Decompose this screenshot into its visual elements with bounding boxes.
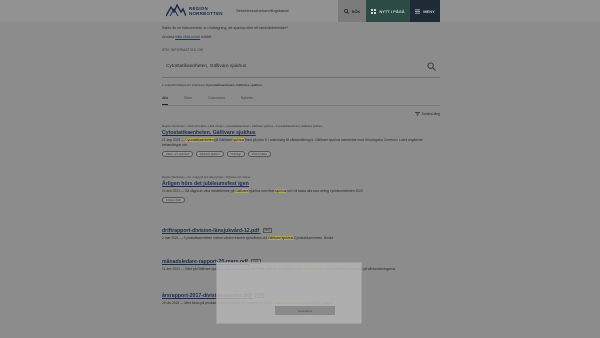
snippet-highlight: Gällivare (267, 236, 281, 240)
grid-icon (371, 8, 377, 14)
logo-text-line2: NORRBOTTEN (189, 10, 223, 16)
result-tag[interactable]: Gällivare sjukhus (195, 151, 224, 157)
intro-hint-suffix: istället (201, 35, 212, 39)
sort-icon (414, 112, 420, 116)
search-field-label: SÖK INFORMATION OM (162, 48, 204, 52)
search-page: Sabin du en hälsocentral, en mottagning,… (162, 26, 440, 106)
result-snippet: 11 dec 2021 — Så några av våra medarbeta… (162, 189, 440, 194)
intro-hint-prefix: Använd (162, 35, 175, 39)
result-title-link[interactable]: Årligen hörs det jubileumsfest igen (162, 181, 440, 187)
find-care-link[interactable]: hitta vård-enlart (175, 35, 200, 39)
site-header: REGION NORRBOTTEN Sekretessorbehandlings… (0, 0, 600, 22)
result-title-text: driftrapport-division-länsjukvård-12.pdf (162, 228, 260, 234)
tab-documents[interactable]: Dokument (208, 96, 224, 105)
cookie-accept-button[interactable]: Acceptera (275, 306, 335, 315)
search-query-text: Cytostatikaenheten, Gällivare sjukhus (166, 64, 247, 69)
snippet-highlight: Gällivare (235, 189, 249, 193)
snippet-highlight: sjukhus (232, 138, 245, 142)
tab-all[interactable]: Alla (162, 96, 168, 105)
menu-button[interactable]: MENY (410, 0, 440, 22)
hamburger-icon (415, 9, 421, 14)
result-tags: Hälso- och sjukvård Gällivare sjukhus On… (162, 151, 440, 157)
result-summary: 1 sökträff hittades för sökfrasen Cytost… (162, 83, 440, 87)
snippet-text: 2 mar 2021 — Cytostatikaenheten mellan v… (162, 236, 268, 240)
search-button[interactable]: SÖK (338, 0, 366, 22)
snippet-text: Cytostatikaenheten. Beslut. (293, 236, 335, 240)
result-tag[interactable]: Onkologi (226, 151, 245, 157)
tab-pages[interactable]: Sidor (184, 96, 192, 105)
result-tag[interactable]: Arbetet 2023 (162, 197, 185, 203)
snippet-highlight: Cytostatikaenheten (185, 138, 214, 142)
search-input[interactable]: Cytostatikaenheten, Gällivare sjukhus (162, 56, 440, 78)
tab-news[interactable]: Nyheter (241, 96, 254, 105)
sort-control[interactable]: Sortera lång (414, 112, 440, 116)
snippet-date: 21 sep 2023 — (162, 138, 185, 142)
region-logo[interactable]: REGION NORRBOTTEN (166, 4, 223, 17)
result-tag[interactable]: Hälso- och sjukvård (162, 151, 193, 157)
intro-hint: Använd hitta vård-enlart istället (162, 35, 440, 40)
snippet-text: på Gällivare (214, 138, 233, 142)
result-summary-term: Cytostatikaenheten, Gällivare sjukhus (205, 83, 262, 87)
news-button-label: NYTT I PÅGÅ (379, 8, 405, 14)
result-summary-prefix: 1 sökträff hittades för sökfrasen (162, 83, 206, 87)
pdf-badge: PDF (262, 228, 272, 234)
snippet-highlight: sjukhus (281, 236, 294, 240)
search-button-label: SÖK (351, 8, 361, 14)
snippet-highlight: sjukhus (275, 189, 287, 193)
menu-button-label: MENY (423, 8, 435, 14)
search-icon (343, 8, 349, 14)
result-snippet: 2 mar 2021 — Cytostatikaenheten mellan v… (162, 236, 440, 241)
sort-label: Sortera lång (421, 112, 440, 116)
logo-mountain-icon (166, 4, 186, 17)
search-result: driftrapport-division-länsjukvård-12.pdf… (162, 226, 440, 241)
news-button[interactable]: NYTT I PÅGÅ (366, 0, 410, 22)
header-top-link[interactable]: Sekretessorbehandlingskanal (236, 8, 288, 13)
result-title-link[interactable]: Cytostatikaenheten, Gällivare sjukhus (162, 130, 440, 136)
result-snippet: 21 sep 2023 — Cytostatikaenheten på Gäll… (162, 138, 440, 148)
intro-question: Sabin du en hälsocentral, en mottagning,… (162, 26, 289, 30)
result-tags: Arbetet 2023 (162, 197, 440, 203)
result-breadcrumb: Region Norrbotten › Nu › Lägg till inte … (162, 175, 251, 179)
result-tag[interactable]: Vård & hälsa (247, 151, 271, 157)
search-result: Region Norrbotten › Nu › Lägg till inte … (162, 175, 440, 203)
result-tabs: Alla Sidor Dokument Nyheter (162, 96, 440, 106)
search-result: Region Norrbotten › Vård och hälsa › Hit… (162, 124, 440, 157)
snippet-text: sjukhus som firar (249, 189, 275, 193)
search-submit-icon[interactable] (427, 62, 436, 71)
result-breadcrumb: Region Norrbotten › Vård och hälsa › Hit… (162, 124, 323, 128)
snippet-date: 11 dec 2021 — Så några av våra medarbeta… (162, 189, 235, 193)
snippet-text: och vill tacka alla som deltog i jubileu… (287, 189, 364, 193)
result-title-link[interactable]: driftrapport-division-länsjukvård-12.pdf… (162, 228, 440, 234)
